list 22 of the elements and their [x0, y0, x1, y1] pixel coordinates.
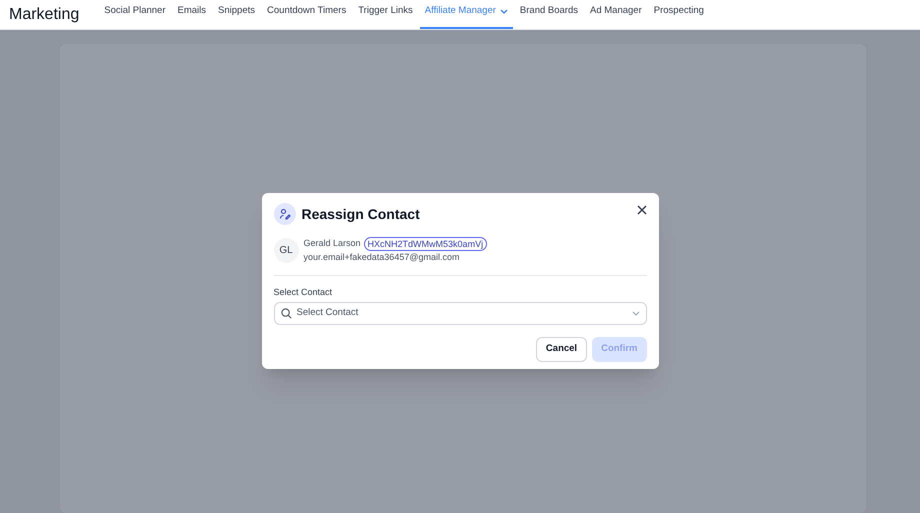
select-contact-field[interactable]: Select Contact	[274, 302, 646, 325]
contact-email: your.email+fakedata36457@gmail.com	[304, 251, 460, 264]
nav-tab[interactable]: Brand Boards	[514, 0, 583, 29]
chevron-down-icon	[632, 311, 640, 316]
people-icon	[274, 203, 296, 225]
nav-tab[interactable]: Social Planner	[99, 0, 171, 29]
contact-name: Gerald Larson	[304, 237, 361, 250]
contact-avatar: GL	[274, 238, 298, 264]
search-icon	[280, 308, 292, 319]
nav-tab[interactable]: Affiliate Manager	[420, 0, 513, 29]
app-title: Marketing	[9, 4, 80, 24]
cancel-button[interactable]: Cancel	[536, 337, 588, 362]
nav-tab[interactable]: Snippets	[213, 0, 260, 29]
field-label: Select Contact	[274, 286, 334, 298]
nav-tab[interactable]: Countdown Timers	[262, 0, 352, 29]
nav-tab[interactable]: Ad Manager	[585, 0, 647, 29]
contact-id-badge: HXcNH2TdWMwM53k0amVj	[364, 237, 488, 251]
close-icon[interactable]	[636, 205, 646, 215]
nav-tab[interactable]: Prospecting	[648, 0, 709, 29]
nav-tab[interactable]: Trigger Links	[353, 0, 418, 29]
nav-tab[interactable]: Emails	[172, 0, 212, 29]
dialog-title: Reassign Contact	[302, 204, 420, 224]
